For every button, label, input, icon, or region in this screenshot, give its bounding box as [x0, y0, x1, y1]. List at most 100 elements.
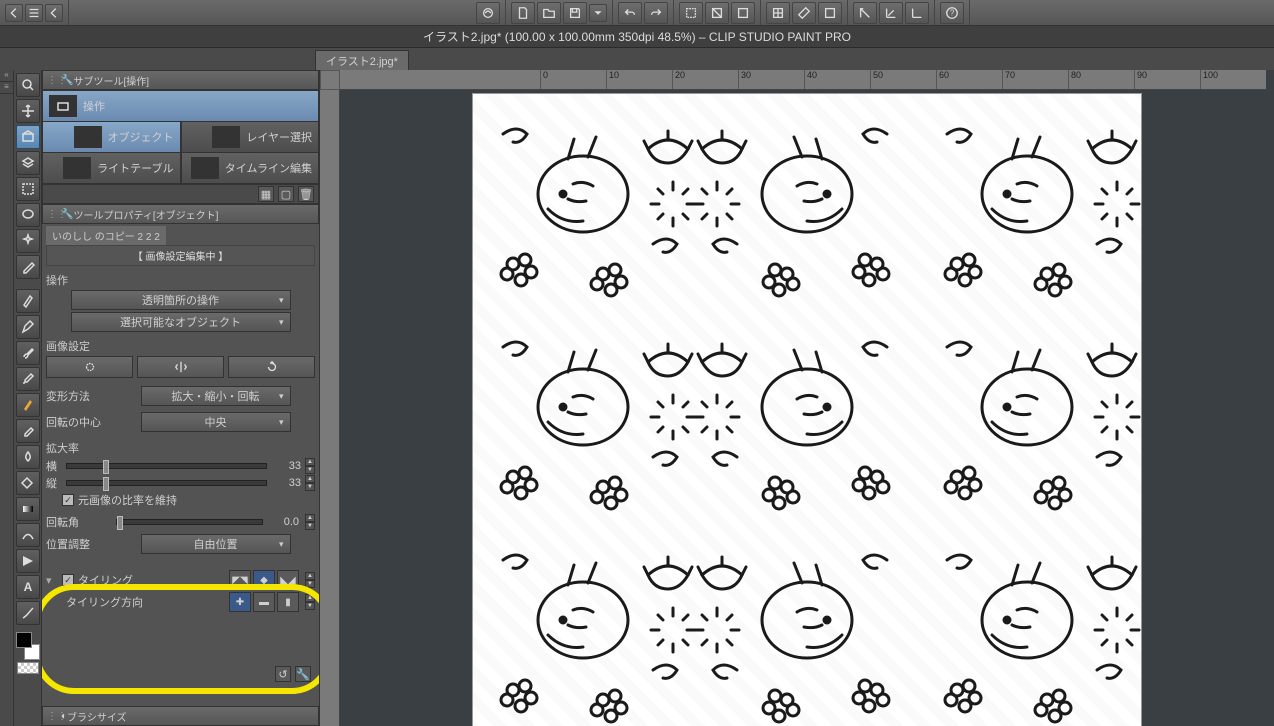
subtool-light-table[interactable]: ライトテーブル [42, 153, 181, 184]
undo-icon[interactable] [618, 2, 642, 24]
save-icon[interactable] [563, 2, 587, 24]
decoration-tool-icon[interactable] [16, 393, 40, 417]
tiling-checkbox[interactable]: ✓ [62, 574, 74, 586]
correct-line-tool-icon[interactable] [16, 601, 40, 625]
tiling-dir-h[interactable]: ▬ [253, 592, 275, 612]
tab-current-file[interactable]: イラスト2.jpg* [315, 50, 409, 70]
nav-back-icon[interactable] [45, 4, 63, 22]
subtool-layer-select[interactable]: レイヤー選択 [181, 122, 320, 153]
subtool-timeline-edit[interactable]: タイムライン編集 [181, 153, 320, 184]
move-layer-tool-icon[interactable] [16, 151, 40, 175]
canvas-viewport[interactable] [340, 90, 1274, 726]
ruler-icon[interactable] [792, 2, 816, 24]
eyedropper-tool-icon[interactable] [16, 255, 40, 279]
tiling-collapse-icon[interactable]: ▾ [46, 574, 56, 587]
select-icon[interactable] [679, 2, 703, 24]
rotate-button[interactable] [228, 356, 315, 378]
grid-icon[interactable] [766, 2, 790, 24]
rotate-reset-button[interactable] [46, 356, 133, 378]
pen-tool-icon[interactable] [16, 289, 40, 313]
image-settings-label: 画像設定 [46, 338, 315, 354]
maintain-ratio-checkbox[interactable]: ✓ [62, 494, 74, 506]
figure-tool-icon[interactable] [16, 523, 40, 547]
tiling-mode-buttons: ◤◥ ◆ ◣◢ [229, 570, 299, 590]
open-file-icon[interactable] [537, 2, 561, 24]
flip-h-button[interactable] [137, 356, 224, 378]
move-tool-icon[interactable] [16, 99, 40, 123]
fill-tool-icon[interactable] [16, 471, 40, 495]
transparent-operation-dropdown[interactable]: 透明箇所の操作 [71, 290, 291, 310]
menu-icon[interactable] [25, 4, 43, 22]
tiling-mode-3[interactable]: ◣◢ [277, 570, 299, 590]
brush-size-header[interactable]: ⋮⋮◐ブラシサイズ [42, 706, 319, 726]
new-file-icon[interactable] [511, 2, 535, 24]
pattern-artwork [473, 94, 1141, 726]
tiling-direction-label: タイリング方向 [66, 594, 223, 610]
wand-tool-icon[interactable] [16, 229, 40, 253]
clip-studio-icon[interactable] [476, 2, 500, 24]
snap-grid-icon[interactable] [905, 2, 929, 24]
zoom-tool-icon[interactable] [16, 73, 40, 97]
position-dropdown[interactable]: 自由位置 [141, 534, 291, 554]
clear-selection-icon[interactable] [705, 2, 729, 24]
delete-subtool-icon[interactable]: 🗑 [298, 186, 314, 202]
dropdown-icon[interactable] [589, 4, 607, 22]
subtool-panel-header[interactable]: ⋮⋮🔧サブツール[操作] [42, 70, 319, 90]
scale-v-up[interactable]: ▲ [305, 475, 315, 483]
snap-icon[interactable] [818, 2, 842, 24]
scale-h-slider[interactable] [66, 463, 267, 469]
artboard[interactable] [473, 94, 1141, 726]
scale-h-up[interactable]: ▲ [305, 458, 315, 466]
main-toolbar: ? [0, 0, 1274, 26]
new-subtool-icon[interactable]: ▦ [258, 186, 274, 202]
rotation-slider[interactable] [116, 519, 263, 525]
editing-banner: 【 画像設定編集中 】 [46, 245, 315, 266]
object-tool-icon[interactable] [16, 125, 40, 149]
vertical-ruler [320, 90, 340, 726]
panel-collapse-strip[interactable]: «≡ [0, 70, 14, 726]
primary-color[interactable] [16, 632, 32, 648]
transparent-color[interactable] [17, 662, 39, 674]
horizontal-ruler: 0 10 20 30 40 50 60 70 80 90 100 [340, 70, 1266, 90]
subtool-object[interactable]: オブジェクト [42, 122, 181, 153]
snap-special-icon[interactable] [879, 2, 903, 24]
reset-tool-icon[interactable]: ↺ [275, 666, 291, 682]
help-icon[interactable]: ? [940, 2, 964, 24]
tiling-mode-1[interactable]: ◤◥ [229, 570, 251, 590]
blend-tool-icon[interactable] [16, 445, 40, 469]
document-tabs: イラスト2.jpg* [0, 48, 1274, 70]
tiling-mode-2[interactable]: ◆ [253, 570, 275, 590]
rotation-angle-label: 回転角 [46, 514, 110, 530]
tool-palette: A [14, 70, 42, 726]
color-swatches[interactable] [16, 632, 40, 660]
text-tool-icon[interactable]: A [16, 575, 40, 599]
airbrush-tool-icon[interactable] [16, 367, 40, 391]
rot-down[interactable]: ▼ [305, 522, 315, 530]
gradient-tool-icon[interactable] [16, 497, 40, 521]
subtool-operation[interactable]: 操作 [42, 90, 319, 122]
tool-settings-icon[interactable]: 🔧 [295, 666, 311, 682]
scale-v-slider[interactable] [66, 480, 267, 486]
snap-ruler-icon[interactable] [853, 2, 877, 24]
tiling-dir-v[interactable]: ▮ [277, 592, 299, 612]
collapse-left-icon[interactable] [5, 4, 23, 22]
selectable-object-dropdown[interactable]: 選択可能なオブジェクト [71, 312, 291, 332]
scale-h-down[interactable]: ▼ [305, 466, 315, 474]
frame-tool-icon[interactable] [16, 549, 40, 573]
invert-selection-icon[interactable] [731, 2, 755, 24]
scale-h-label: 横 [46, 458, 62, 474]
tiling-dir-both[interactable]: ✚ [229, 592, 251, 612]
redo-icon[interactable] [644, 2, 668, 24]
eraser-tool-icon[interactable] [16, 419, 40, 443]
rot-up[interactable]: ▲ [305, 514, 315, 522]
scale-v-down[interactable]: ▼ [305, 483, 315, 491]
lasso-tool-icon[interactable] [16, 203, 40, 227]
transform-method-dropdown[interactable]: 拡大・縮小・回転 [141, 386, 291, 406]
rotation-center-dropdown[interactable]: 中央 [141, 412, 291, 432]
rotation-value: 0.0 [269, 516, 299, 528]
marquee-tool-icon[interactable] [16, 177, 40, 201]
duplicate-subtool-icon[interactable]: ▢ [278, 186, 294, 202]
pencil-tool-icon[interactable] [16, 315, 40, 339]
brush-tool-icon[interactable] [16, 341, 40, 365]
tool-property-header[interactable]: ⋮⋮🔧ツールプロパティ[オブジェクト] [42, 204, 319, 224]
